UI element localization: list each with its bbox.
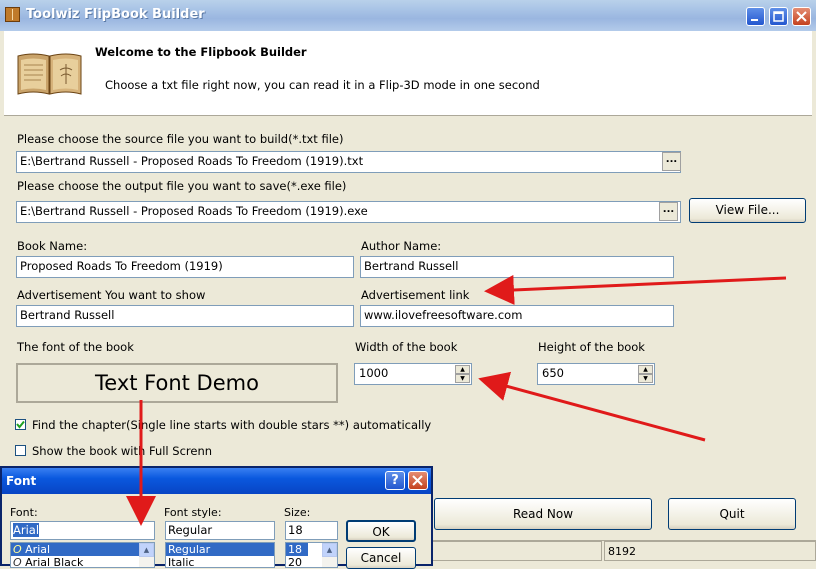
source-file-value: E:\Bertrand Russell - Proposed Roads To … <box>20 154 364 168</box>
minimize-button[interactable] <box>746 7 765 26</box>
font-dialog: Font ? Font: Arial O Arial O Arial Black… <box>0 466 433 569</box>
width-value: 1000 <box>359 366 389 380</box>
window-title: Toolwiz FlipBook Builder <box>26 7 205 22</box>
style-list-item[interactable]: Regular <box>166 543 274 556</box>
font-demo-button[interactable]: Text Font Demo <box>16 363 338 403</box>
open-book-icon <box>17 53 82 95</box>
font-size-label: Size: <box>284 506 311 519</box>
height-up-arrow-icon[interactable]: ▲ <box>638 365 653 374</box>
output-file-label: Please choose the output file you want t… <box>17 179 347 193</box>
font-size-value: 18 <box>288 523 303 537</box>
advertisement-link-value: www.ilovefreesoftware.com <box>364 308 523 322</box>
status-segment-1 <box>430 541 602 561</box>
find-chapter-checkbox[interactable] <box>15 419 26 430</box>
font-list-item[interactable]: O Arial Black <box>11 556 154 568</box>
minimize-icon <box>751 19 758 21</box>
size-list-item[interactable]: 18 <box>286 543 308 556</box>
font-size-list[interactable]: 18 20 ▲ <box>285 542 338 568</box>
checkmark-icon <box>16 420 25 429</box>
font-dialog-title: Font <box>6 474 37 488</box>
status-value: 8192 <box>604 541 816 561</box>
font-style-list[interactable]: Regular Italic <box>165 542 275 568</box>
full-screen-checkbox[interactable] <box>15 445 26 456</box>
font-list-item[interactable]: O Arial <box>11 543 154 556</box>
font-dialog-titlebar: Font ? <box>2 468 431 494</box>
scroll-up-arrow-icon[interactable]: ▲ <box>139 543 154 557</box>
height-label: Height of the book <box>538 340 645 354</box>
close-icon <box>796 11 807 22</box>
font-name-list[interactable]: O Arial O Arial Black ▲ <box>10 542 155 568</box>
quit-button[interactable]: Quit <box>668 498 796 530</box>
height-spinner[interactable]: 650 ▲ ▼ <box>537 363 655 385</box>
book-name-value: Proposed Roads To Freedom (1919) <box>20 259 223 273</box>
maximize-button[interactable] <box>769 7 788 26</box>
height-value: 650 <box>542 366 564 380</box>
author-name-label: Author Name: <box>361 239 442 253</box>
source-file-label: Please choose the source file you want t… <box>17 132 344 146</box>
help-button[interactable]: ? <box>385 471 405 490</box>
app-icon <box>5 7 20 22</box>
font-label: The font of the book <box>17 340 134 354</box>
welcome-subtitle: Choose a txt file right now, you can rea… <box>105 78 540 92</box>
width-up-arrow-icon[interactable]: ▲ <box>455 365 470 374</box>
output-browse-button[interactable]: ... <box>659 202 678 221</box>
advertisement-label: Advertisement You want to show <box>17 288 206 302</box>
font-name-input[interactable]: Arial <box>10 521 155 540</box>
source-file-input[interactable]: E:\Bertrand Russell - Proposed Roads To … <box>16 151 681 173</box>
arrow-to-width-spinner <box>478 371 706 442</box>
header-panel <box>4 31 812 116</box>
font-style-value: Regular <box>168 523 213 537</box>
read-now-button[interactable]: Read Now <box>434 498 652 530</box>
title-bar: Toolwiz FlipBook Builder <box>0 0 816 31</box>
width-label: Width of the book <box>355 340 458 354</box>
welcome-heading: Welcome to the Flipbook Builder <box>95 45 307 59</box>
font-dialog-close-button[interactable] <box>408 471 428 490</box>
source-browse-button[interactable]: ... <box>662 152 681 171</box>
view-file-button[interactable]: View File... <box>689 198 806 223</box>
book-name-input[interactable]: Proposed Roads To Freedom (1919) <box>16 256 354 278</box>
close-button[interactable] <box>792 7 811 26</box>
book-name-label: Book Name: <box>17 239 88 253</box>
full-screen-label: Show the book with Full Screnn <box>32 444 213 458</box>
style-list-item[interactable]: Italic <box>166 556 274 567</box>
arrow-to-advertisement-link <box>484 274 787 305</box>
cancel-button[interactable]: Cancel <box>346 547 416 569</box>
font-name-value: Arial <box>13 523 40 537</box>
maximize-icon <box>773 11 784 22</box>
size-list-scrollbar[interactable]: ▲ <box>322 543 337 567</box>
output-file-input[interactable]: E:\Bertrand Russell - Proposed Roads To … <box>16 201 681 223</box>
scroll-up-arrow-icon[interactable]: ▲ <box>322 543 337 557</box>
font-name-label: Font: <box>10 506 38 519</box>
height-down-arrow-icon[interactable]: ▼ <box>638 374 653 383</box>
font-style-input[interactable]: Regular <box>165 521 275 540</box>
font-size-input[interactable]: 18 <box>285 521 338 540</box>
find-chapter-label: Find the chapter(Single line starts with… <box>32 418 432 432</box>
author-name-value: Bertrand Russell <box>364 259 459 273</box>
author-name-input[interactable]: Bertrand Russell <box>360 256 674 278</box>
advertisement-link-input[interactable]: www.ilovefreesoftware.com <box>360 305 674 327</box>
advertisement-input[interactable]: Bertrand Russell <box>16 305 354 327</box>
font-style-label: Font style: <box>164 506 222 519</box>
font-list-scrollbar[interactable]: ▲ <box>139 543 154 567</box>
width-down-arrow-icon[interactable]: ▼ <box>455 374 470 383</box>
advertisement-link-label: Advertisement link <box>361 288 470 302</box>
close-icon <box>412 475 423 486</box>
opentype-font-icon: O <box>13 556 26 568</box>
opentype-font-icon: O <box>13 543 26 556</box>
width-spinner[interactable]: 1000 ▲ ▼ <box>354 363 472 385</box>
ok-button[interactable]: OK <box>346 520 416 542</box>
output-file-value: E:\Bertrand Russell - Proposed Roads To … <box>20 204 368 218</box>
advertisement-value: Bertrand Russell <box>20 308 115 322</box>
